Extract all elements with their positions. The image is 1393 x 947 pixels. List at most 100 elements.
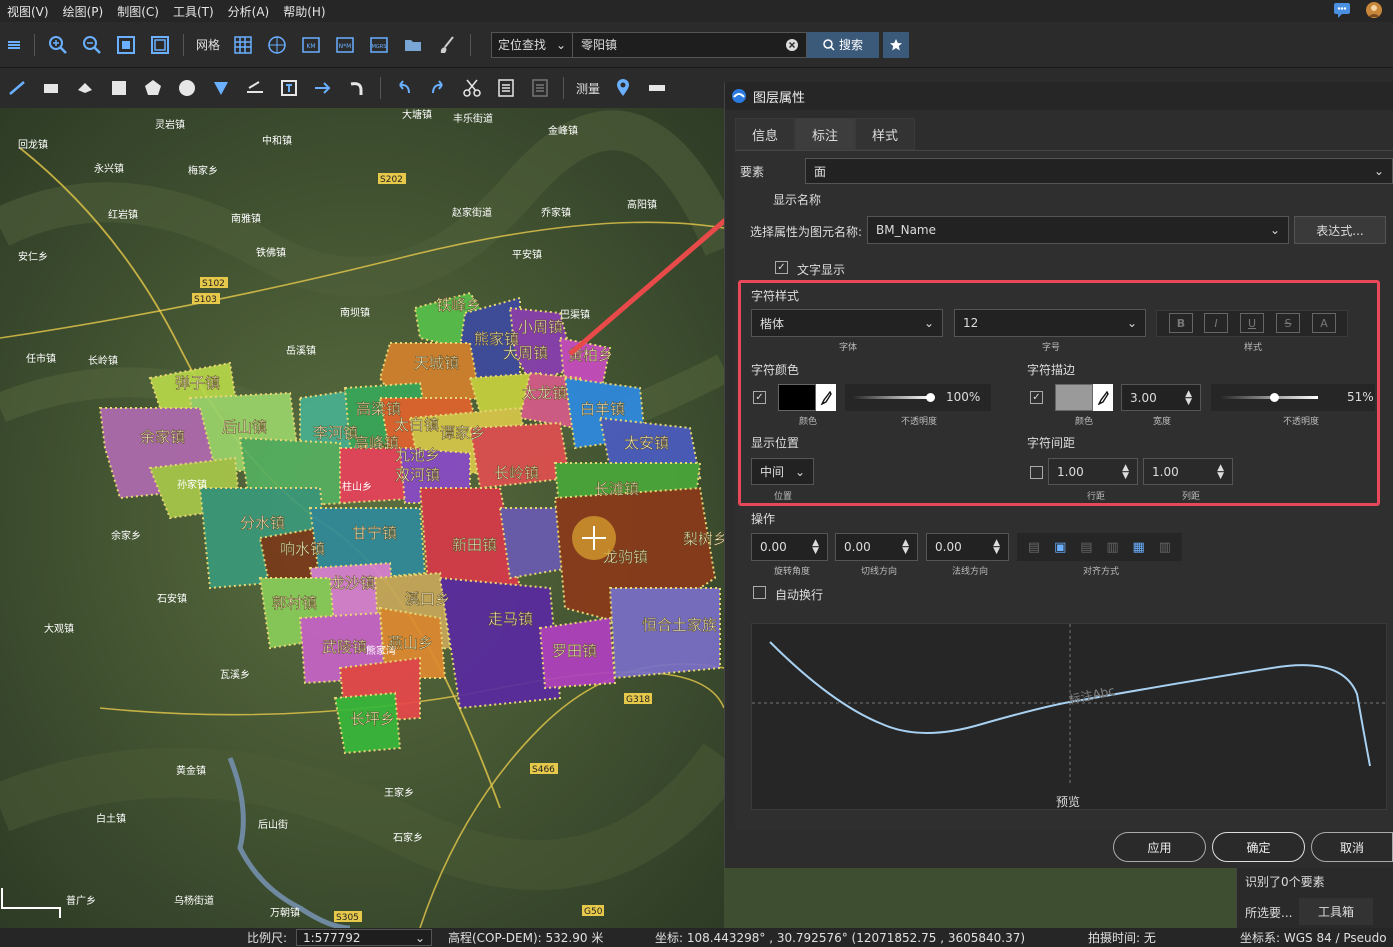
nm-grid-icon[interactable]: N*M <box>333 33 357 57</box>
search-button[interactable]: 搜索 <box>807 31 880 58</box>
preview-panel: 标注Abc <box>751 623 1388 810</box>
list-disabled-icon[interactable] <box>528 76 552 100</box>
map-view[interactable]: 灵岩镇 中和镇 大塘镇 丰乐街道 金峰镇 回龙镇 永兴镇 梅家乡 红岩镇 乔家镇 高阳镇 安仁乡 南雅镇… <box>0 108 724 928</box>
menu-cartography[interactable]: 制图(C) <box>110 3 166 20</box>
redo-icon[interactable] <box>426 76 450 100</box>
cancel-button[interactable]: 取消 <box>1311 832 1393 862</box>
ruler-icon[interactable] <box>645 76 669 100</box>
align-caption: 对齐方式 <box>1083 567 1120 577</box>
align-left-icon[interactable]: ▤ <box>1028 540 1040 555</box>
auto-wrap-checkbox[interactable] <box>753 586 766 599</box>
chevron-down-icon: ⌄ <box>1373 164 1384 178</box>
text-display-checkbox[interactable]: ✓ <box>775 261 788 274</box>
scissors-icon[interactable] <box>460 76 484 100</box>
globe-grid-icon[interactable] <box>265 33 289 57</box>
locate-search: 定位查找 ⌄ 零阳镇 搜索 <box>491 31 910 58</box>
map-place-label: 永兴镇 <box>94 162 124 175</box>
map-place-label: 中和镇 <box>262 134 292 147</box>
align-bottom-icon[interactable]: ▥ <box>1159 540 1171 555</box>
mgrs-grid-icon[interactable]: MGRS <box>367 33 391 57</box>
map-place-label: 石安镇 <box>157 592 187 605</box>
attr-select[interactable]: BM_Name ⌄ <box>867 216 1289 244</box>
capture-time: 拍摄时间: 无 <box>1088 931 1156 945</box>
road-label: S102 <box>202 279 225 289</box>
expression-button[interactable]: 表达式... <box>1294 216 1386 244</box>
stepper-arrows-icon[interactable]: ▲ ▼ <box>812 539 819 556</box>
grid-icon[interactable] <box>231 33 255 57</box>
map-place-label: 平安镇 <box>512 248 542 261</box>
undo-icon[interactable] <box>392 76 416 100</box>
rotation-value: 0.00 <box>760 540 787 554</box>
locate-dropdown[interactable]: 定位查找 ⌄ <box>491 31 574 58</box>
measure-label[interactable]: 测量 <box>576 80 600 97</box>
avatar-icon[interactable] <box>1365 1 1383 19</box>
chat-icon[interactable] <box>1333 1 1351 19</box>
ok-button[interactable]: 确定 <box>1212 832 1305 862</box>
identify-panel: 识别了0个要素 所选要... 工具箱 <box>1236 868 1393 928</box>
rectangle-icon[interactable] <box>39 76 63 100</box>
attr-value: BM_Name <box>876 223 936 237</box>
menu-draw[interactable]: 绘图(P) <box>56 3 111 20</box>
chevron-down-icon: ⌄ <box>555 37 567 52</box>
menu-analysis[interactable]: 分析(A) <box>221 3 277 20</box>
pin-icon[interactable] <box>611 76 635 100</box>
km-grid-icon[interactable]: KM <box>299 33 323 57</box>
selected-tab[interactable]: 所选要... <box>1245 904 1292 921</box>
normal-stepper[interactable]: 0.00 ▲ ▼ <box>926 533 1009 561</box>
map-place-label: 太安镇 <box>624 434 669 452</box>
zoom-layer-icon[interactable] <box>148 33 172 57</box>
auto-wrap-label: 自动换行 <box>775 588 824 602</box>
full-extent-icon[interactable] <box>114 33 138 57</box>
coords-readout: 坐标: 108.443298° , 30.792576° (12071852.7… <box>655 931 1026 945</box>
align-center-icon[interactable]: ▣ <box>1054 540 1066 555</box>
map-view-lower[interactable] <box>724 868 1236 928</box>
search-input[interactable]: 零阳镇 <box>573 31 808 58</box>
clear-icon[interactable] <box>786 38 799 51</box>
zoom-in-icon[interactable] <box>46 33 70 57</box>
search-icon <box>823 38 835 51</box>
apply-button[interactable]: 应用 <box>1113 832 1206 862</box>
scale-select[interactable]: 1:577792 ⌄ <box>296 929 432 946</box>
toolbar-separator <box>380 77 381 99</box>
map-place-label: 金峰镇 <box>548 124 578 137</box>
element-select[interactable]: 面 ⌄ <box>805 158 1393 184</box>
menu-view[interactable]: 视图(V) <box>0 3 56 20</box>
square-icon[interactable] <box>107 76 131 100</box>
tab-label[interactable]: 标注 <box>795 118 856 150</box>
polygon-icon[interactable] <box>141 76 165 100</box>
map-place-label: 新田镇 <box>452 536 497 554</box>
map-place-label: 天城镇 <box>414 354 459 372</box>
stepper-arrows-icon[interactable]: ▲ ▼ <box>993 539 1000 556</box>
menu-tools[interactable]: 工具(T) <box>166 3 221 20</box>
toolbox-tab[interactable]: 工具箱 <box>1299 898 1373 925</box>
map-place-label: 李河镇 <box>313 424 358 442</box>
rotation-stepper[interactable]: 0.00 ▲ ▼ <box>751 533 828 561</box>
dialog-titlebar: 图层属性 <box>725 82 1393 110</box>
zoom-out-icon[interactable] <box>80 33 104 57</box>
brush-icon[interactable] <box>435 33 459 57</box>
circle-icon[interactable] <box>175 76 199 100</box>
grid-label[interactable]: 网格 <box>196 36 220 53</box>
polyline-icon[interactable] <box>5 76 29 100</box>
folder-icon[interactable] <box>401 33 425 57</box>
marker-shape-icon[interactable] <box>209 76 233 100</box>
tab-info[interactable]: 信息 <box>735 118 796 150</box>
text-tool-icon[interactable] <box>277 76 301 100</box>
road-label: G50 <box>584 907 603 917</box>
crs-readout[interactable]: 坐标系: WGS 84 / Pseudo <box>1240 929 1387 946</box>
map-place-label: 万朝镇 <box>270 906 300 919</box>
list-icon[interactable] <box>494 76 518 100</box>
tangent-stepper[interactable]: 0.00 ▲ ▼ <box>835 533 918 561</box>
measure-line-icon[interactable] <box>243 76 267 100</box>
curve-arrow-icon[interactable] <box>345 76 369 100</box>
favorite-button[interactable] <box>883 31 910 58</box>
align-right-icon[interactable]: ▤ <box>1080 540 1092 555</box>
align-top-icon[interactable]: ▥ <box>1106 540 1118 555</box>
arrow-icon[interactable] <box>311 76 335 100</box>
menu-help[interactable]: 帮助(H) <box>276 3 332 20</box>
align-middle-icon[interactable]: ▦ <box>1133 540 1145 555</box>
stepper-arrows-icon[interactable]: ▲ ▼ <box>902 539 909 556</box>
tab-style[interactable]: 样式 <box>855 118 916 150</box>
layer-dropdown-icon[interactable] <box>5 33 23 57</box>
eraser-icon[interactable] <box>73 76 97 100</box>
